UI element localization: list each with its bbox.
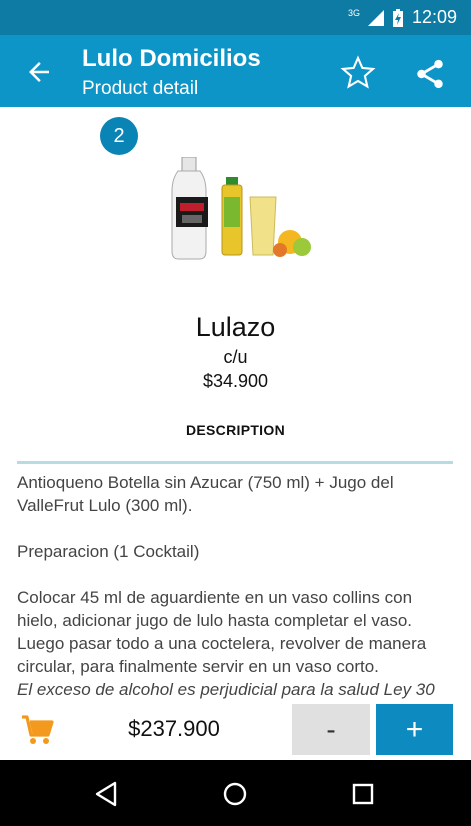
signal-icon bbox=[367, 9, 384, 26]
app-title: Lulo Domicilios bbox=[82, 45, 261, 72]
bottom-bar: $237.900 - + bbox=[0, 700, 471, 760]
share-icon[interactable] bbox=[413, 57, 447, 91]
product-image bbox=[171, 157, 311, 260]
divider bbox=[17, 461, 453, 464]
back-arrow-icon[interactable] bbox=[24, 57, 54, 87]
product-detail: 2 Lulazo c/u $34.900 DESCRIPTION Antioqu… bbox=[0, 107, 471, 760]
description-paragraph: Antioqueno Botella sin Azucar (750 ml) +… bbox=[17, 473, 394, 515]
app-bar-titles: Lulo Domicilios Product detail bbox=[82, 45, 261, 101]
quantity-badge: 2 bbox=[100, 117, 138, 155]
nav-home-icon[interactable] bbox=[221, 780, 249, 808]
status-bar: 3G 12:09 bbox=[0, 0, 471, 35]
product-name: Lulazo bbox=[195, 312, 276, 342]
page-subtitle: Product detail bbox=[82, 78, 199, 99]
battery-icon bbox=[392, 8, 403, 27]
nav-recents-icon[interactable] bbox=[349, 780, 377, 808]
order-total: $237.900 bbox=[128, 716, 220, 741]
star-outline-icon[interactable] bbox=[340, 55, 376, 91]
description-heading: DESCRIPTION bbox=[186, 422, 285, 438]
increase-quantity-button[interactable]: + bbox=[376, 704, 453, 755]
product-price: $34.900 bbox=[202, 371, 269, 391]
system-navigation-bar bbox=[0, 760, 471, 826]
decrease-quantity-button[interactable]: - bbox=[292, 704, 370, 755]
clock: 12:09 bbox=[411, 7, 457, 27]
alcohol-warning: El exceso de alcohol es perjudicial para… bbox=[17, 680, 435, 699]
description-paragraph: Colocar 45 ml de aguardiente en un vaso … bbox=[17, 588, 427, 676]
cart-icon[interactable] bbox=[20, 714, 54, 746]
description-text: Antioqueno Botella sin Azucar (750 ml) +… bbox=[17, 471, 457, 701]
nav-back-icon[interactable] bbox=[93, 780, 121, 808]
description-paragraph: Preparacion (1 Cocktail) bbox=[17, 542, 200, 561]
product-unit: c/u bbox=[223, 347, 248, 367]
app-bar: Lulo Domicilios Product detail bbox=[0, 35, 471, 107]
network-type: 3G bbox=[347, 7, 360, 18]
